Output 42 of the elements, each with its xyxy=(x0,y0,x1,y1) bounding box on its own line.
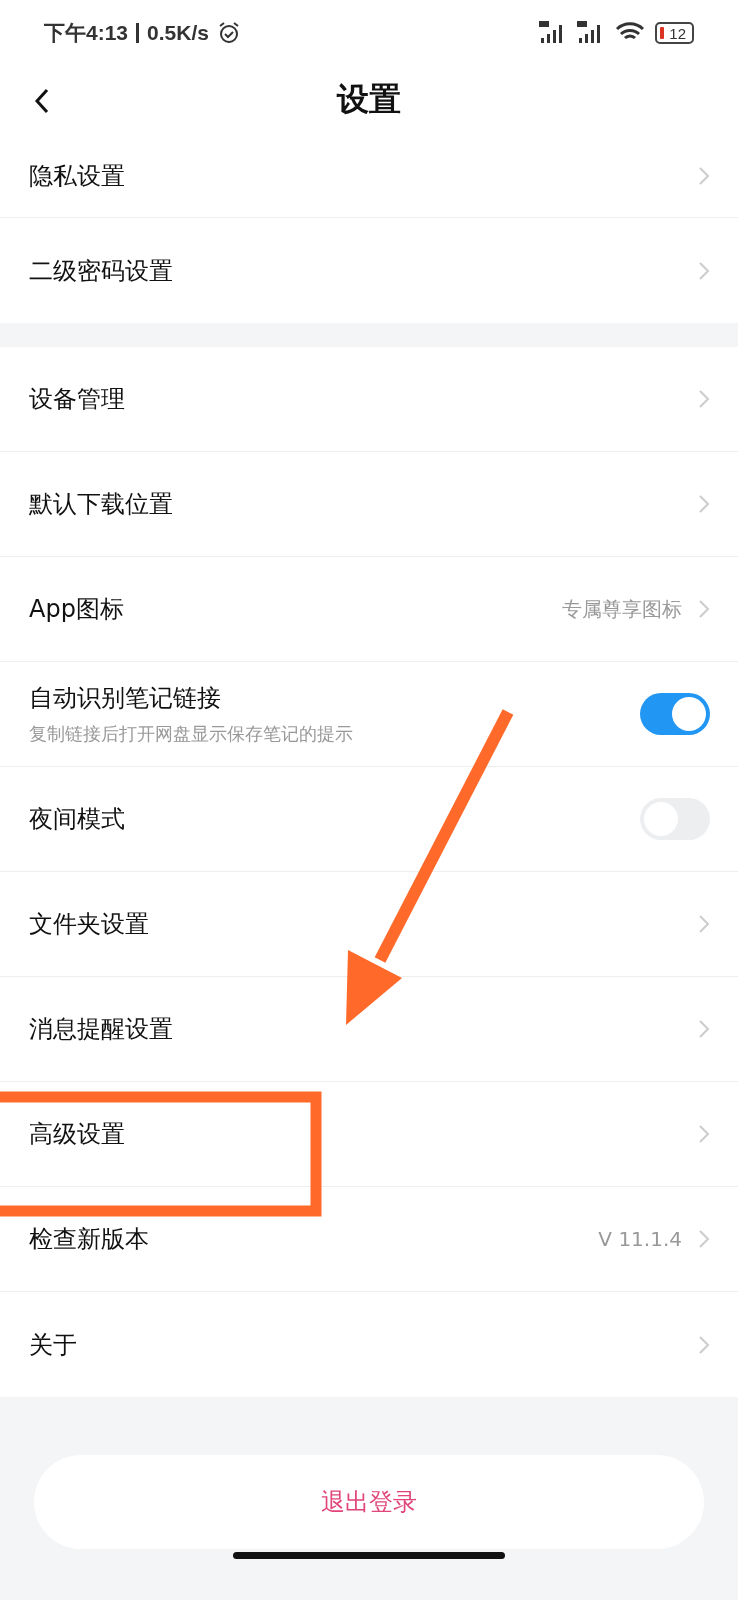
setting-label: 高级设置 xyxy=(29,1119,126,1150)
chevron-icon xyxy=(698,1229,710,1249)
setting-label: App图标 xyxy=(29,594,125,625)
battery-icon: 12 xyxy=(655,22,694,44)
setting-label: 检查新版本 xyxy=(29,1224,150,1255)
setting-value: 专属尊享图标 xyxy=(562,595,682,623)
network-speed: 0.5K/s xyxy=(147,21,209,45)
chevron-icon xyxy=(698,494,710,514)
chevron-icon xyxy=(698,914,710,934)
chevron-icon xyxy=(698,1124,710,1144)
settings-row[interactable]: 高级设置 xyxy=(0,1082,738,1187)
setting-description: 复制链接后打开网盘显示保存笔记的提示 xyxy=(29,722,354,746)
toggle-switch[interactable] xyxy=(640,693,710,735)
back-icon[interactable] xyxy=(34,88,50,114)
settings-row[interactable]: 检查新版本 V 11.1.4 xyxy=(0,1187,738,1292)
settings-row[interactable]: App图标 专属尊享图标 xyxy=(0,557,738,662)
settings-row[interactable]: 隐私设置 xyxy=(0,134,738,218)
settings-row[interactable]: 二级密码设置 xyxy=(0,218,738,323)
setting-label: 设备管理 xyxy=(29,384,126,415)
settings-row[interactable]: 关于 xyxy=(0,1292,738,1397)
setting-label: 自动识别笔记链接 xyxy=(29,683,222,714)
setting-label: 二级密码设置 xyxy=(29,255,174,287)
setting-label: 隐私设置 xyxy=(29,160,126,192)
page-title: 设置 xyxy=(337,79,401,120)
chevron-icon xyxy=(698,1334,710,1355)
chevron-icon xyxy=(698,599,710,619)
logout-button[interactable]: 退出登录 xyxy=(34,1455,704,1549)
settings-row[interactable]: 设备管理 xyxy=(0,347,738,452)
setting-value: V 11.1.4 xyxy=(598,1227,682,1251)
setting-label: 消息提醒设置 xyxy=(29,1014,174,1045)
setting-label: 默认下载位置 xyxy=(29,489,174,520)
chevron-icon xyxy=(698,1019,710,1039)
settings-row[interactable]: 默认下载位置 xyxy=(0,452,738,557)
setting-label: 文件夹设置 xyxy=(29,909,150,940)
settings-row[interactable]: 夜间模式 xyxy=(0,767,738,872)
status-time: 下午4:13 xyxy=(44,20,129,46)
chevron-icon xyxy=(698,389,710,409)
setting-label: 关于 xyxy=(29,1329,78,1361)
chevron-icon xyxy=(698,260,710,281)
chevron-icon xyxy=(698,165,710,186)
settings-row[interactable]: 自动识别笔记链接 复制链接后打开网盘显示保存笔记的提示 xyxy=(0,662,738,767)
setting-label: 夜间模式 xyxy=(29,804,126,835)
